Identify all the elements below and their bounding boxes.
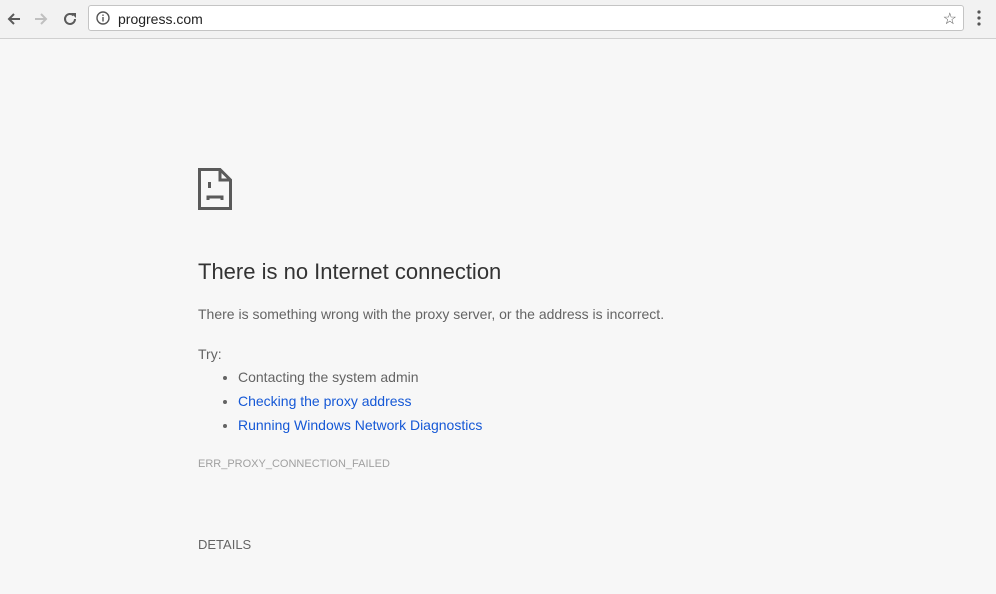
details-button[interactable]: DETAILS [198, 537, 251, 552]
url-text: progress.com [118, 11, 203, 27]
info-icon[interactable] [96, 11, 110, 25]
suggestion-item: Checking the proxy address [238, 393, 482, 417]
suggestion-item: Running Windows Network Diagnostics [238, 417, 482, 441]
back-arrow-icon [7, 13, 20, 25]
try-label: Try: [198, 346, 222, 362]
error-code: ERR_PROXY_CONNECTION_FAILED [198, 458, 390, 470]
menu-icon[interactable] [976, 9, 982, 27]
suggestions-list: Contacting the system admin Checking the… [198, 369, 482, 441]
reload-icon [64, 12, 76, 25]
error-description: There is something wrong with the proxy … [198, 306, 665, 322]
check-proxy-link[interactable]: Checking the proxy address [238, 393, 412, 409]
bookmark-star-icon[interactable]: ☆ [943, 9, 957, 29]
address-bar[interactable]: progress.com ☆ [88, 5, 964, 31]
sad-document-icon [198, 168, 232, 210]
error-title: There is no Internet connection [198, 259, 502, 284]
reload-button[interactable] [58, 7, 82, 31]
forward-button[interactable] [29, 7, 53, 31]
back-button[interactable] [2, 7, 26, 31]
network-diagnostics-link[interactable]: Running Windows Network Diagnostics [238, 417, 482, 433]
suggestion-item: Contacting the system admin [238, 369, 482, 393]
forward-arrow-icon [35, 13, 48, 25]
browser-toolbar: progress.com ☆ [0, 0, 996, 39]
